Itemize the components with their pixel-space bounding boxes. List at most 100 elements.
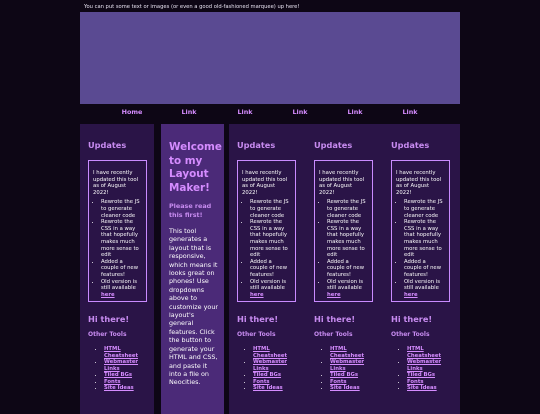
list-item: Rewrote the JS to generate cleaner code <box>250 199 291 219</box>
list-item: Old version is still available here <box>250 279 291 299</box>
other-tools-heading: Other Tools <box>88 331 127 338</box>
tool-link[interactable]: Webmaster Links <box>330 359 364 372</box>
welcome-heading: Welcome to my Layout Maker! <box>169 141 222 194</box>
tool-link[interactable]: Fonts <box>253 379 270 385</box>
tool-link[interactable]: Site Ideas <box>407 385 437 391</box>
right-panel-1: Updates I have recently updated this too… <box>229 124 303 414</box>
tool-link[interactable]: Webmaster Links <box>253 359 287 372</box>
list-item-text: Old version is still available <box>327 278 364 292</box>
right-panel-2: Updates I have recently updated this too… <box>306 124 380 414</box>
here-link[interactable]: here <box>404 292 418 298</box>
hi-there-heading: Hi there! <box>237 314 279 324</box>
updates-heading: Updates <box>88 140 127 150</box>
tool-link[interactable]: Fonts <box>330 379 347 385</box>
list-item: Rewrote the JS to generate cleaner code <box>101 199 142 219</box>
tools-list: HTML Cheatsheet Webmaster Links Tiled BG… <box>391 346 457 392</box>
updates-list: Rewrote the JS to generate cleaner code … <box>319 199 368 298</box>
list-item: Site Ideas <box>104 385 154 392</box>
list-item: Old version is still available here <box>404 279 445 299</box>
list-item-text: Old version is still available <box>250 278 287 292</box>
tool-link[interactable]: Tiled BGs <box>104 372 132 378</box>
updates-list: Rewrote the JS to generate cleaner code … <box>93 199 142 298</box>
hi-there-heading: Hi there! <box>391 314 433 324</box>
list-item: Old version is still available here <box>101 279 142 299</box>
tool-link[interactable]: Site Ideas <box>253 385 283 391</box>
list-item: Rewrote the CSS in a way that hopefully … <box>404 219 445 259</box>
updates-intro: I have recently updated this tool as of … <box>396 170 442 196</box>
list-item: Old version is still available here <box>327 279 368 299</box>
list-item: HTML Cheatsheet <box>407 346 457 359</box>
list-item: Rewrote the CSS in a way that hopefully … <box>250 219 291 259</box>
tool-link[interactable]: Fonts <box>104 379 121 385</box>
updates-list: Rewrote the JS to generate cleaner code … <box>242 199 291 298</box>
tool-link[interactable]: Tiled BGs <box>330 372 358 378</box>
read-first-heading: Please read this first! <box>169 202 212 219</box>
nav-link-4[interactable]: Link <box>335 104 375 121</box>
list-item-text: Old version is still available <box>101 278 138 292</box>
tool-link[interactable]: HTML Cheatsheet <box>330 346 364 359</box>
list-item: Site Ideas <box>253 385 303 392</box>
tools-list: HTML Cheatsheet Webmaster Links Tiled BG… <box>88 346 154 392</box>
here-link[interactable]: here <box>327 292 341 298</box>
list-item: Rewrote the CSS in a way that hopefully … <box>327 219 368 259</box>
updates-heading: Updates <box>314 140 353 150</box>
tool-link[interactable]: HTML Cheatsheet <box>104 346 138 359</box>
tool-link[interactable]: Site Ideas <box>330 385 360 391</box>
list-item: Added a couple of new features! <box>327 259 368 279</box>
tools-list: HTML Cheatsheet Webmaster Links Tiled BG… <box>237 346 303 392</box>
nav-link-2[interactable]: Link <box>225 104 265 121</box>
other-tools-heading: Other Tools <box>391 331 430 338</box>
other-tools-heading: Other Tools <box>237 331 276 338</box>
list-item: Webmaster Links <box>407 359 457 372</box>
tools-list: HTML Cheatsheet Webmaster Links Tiled BG… <box>314 346 380 392</box>
hi-there-heading: Hi there! <box>314 314 356 324</box>
list-item: Webmaster Links <box>330 359 380 372</box>
tool-link[interactable]: Tiled BGs <box>407 372 435 378</box>
main-text: This tool generates a layout that is res… <box>169 227 218 387</box>
list-item: Site Ideas <box>407 385 457 392</box>
updates-heading: Updates <box>237 140 276 150</box>
updates-intro: I have recently updated this tool as of … <box>242 170 288 196</box>
updates-box: I have recently updated this tool as of … <box>391 160 450 302</box>
tool-link[interactable]: HTML Cheatsheet <box>407 346 441 359</box>
navbar: Home Link Link Link Link Link <box>80 104 460 120</box>
nav-home-link[interactable]: Home <box>112 104 152 121</box>
tool-link[interactable]: Webmaster Links <box>104 359 138 372</box>
hi-there-heading: Hi there! <box>88 314 130 324</box>
list-item: HTML Cheatsheet <box>253 346 303 359</box>
nav-link-1[interactable]: Link <box>169 104 209 121</box>
main-content: Welcome to my Layout Maker! Please read … <box>161 124 224 414</box>
tool-link[interactable]: Site Ideas <box>104 385 134 391</box>
left-sidebar: Updates I have recently updated this too… <box>80 124 154 414</box>
other-tools-heading: Other Tools <box>314 331 353 338</box>
here-link[interactable]: here <box>250 292 264 298</box>
list-item: Added a couple of new features! <box>404 259 445 279</box>
list-item: Rewrote the JS to generate cleaner code <box>404 199 445 219</box>
nav-link-5[interactable]: Link <box>390 104 430 121</box>
updates-heading: Updates <box>391 140 430 150</box>
updates-intro: I have recently updated this tool as of … <box>319 170 365 196</box>
list-item: HTML Cheatsheet <box>330 346 380 359</box>
tool-link[interactable]: HTML Cheatsheet <box>253 346 287 359</box>
header-banner <box>80 12 460 104</box>
list-item: Rewrote the CSS in a way that hopefully … <box>101 219 142 259</box>
list-item: Site Ideas <box>330 385 380 392</box>
here-link[interactable]: here <box>101 292 115 298</box>
list-item: Added a couple of new features! <box>250 259 291 279</box>
list-item: HTML Cheatsheet <box>104 346 154 359</box>
list-item: Webmaster Links <box>253 359 303 372</box>
updates-box: I have recently updated this tool as of … <box>237 160 296 302</box>
updates-list: Rewrote the JS to generate cleaner code … <box>396 199 445 298</box>
tool-link[interactable]: Tiled BGs <box>253 372 281 378</box>
nav-link-3[interactable]: Link <box>280 104 320 121</box>
page-wrapper: You can put some text or images (or even… <box>80 0 460 414</box>
list-item: Rewrote the JS to generate cleaner code <box>327 199 368 219</box>
updates-intro: I have recently updated this tool as of … <box>93 170 139 196</box>
updates-box: I have recently updated this tool as of … <box>88 160 147 302</box>
right-panel-3: Updates I have recently updated this too… <box>383 124 457 414</box>
list-item-text: Old version is still available <box>404 278 441 292</box>
list-item: Webmaster Links <box>104 359 154 372</box>
tool-link[interactable]: Fonts <box>407 379 424 385</box>
tool-link[interactable]: Webmaster Links <box>407 359 441 372</box>
list-item: Added a couple of new features! <box>101 259 142 279</box>
